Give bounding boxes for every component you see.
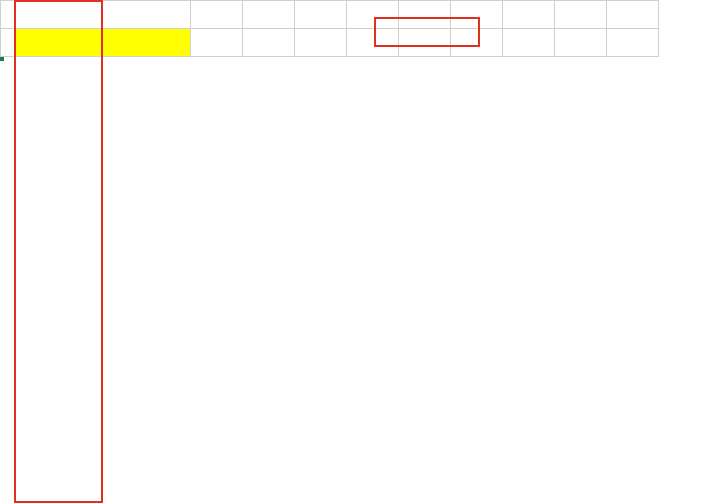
select-all-corner[interactable] bbox=[1, 1, 15, 29]
cell[interactable] bbox=[503, 29, 555, 57]
cell[interactable] bbox=[607, 29, 659, 57]
table-row bbox=[1, 29, 659, 57]
column-header-row bbox=[1, 1, 659, 29]
col-header-I[interactable] bbox=[503, 1, 555, 29]
col-header-F[interactable] bbox=[347, 1, 399, 29]
col-header-B[interactable] bbox=[103, 1, 191, 29]
col-header-C[interactable] bbox=[191, 1, 243, 29]
cell-A1[interactable] bbox=[15, 29, 103, 57]
cell[interactable] bbox=[399, 29, 451, 57]
cell[interactable] bbox=[243, 29, 295, 57]
col-header-G[interactable] bbox=[399, 1, 451, 29]
cell[interactable] bbox=[451, 29, 503, 57]
active-cell-outline bbox=[0, 57, 4, 61]
cell[interactable] bbox=[555, 29, 607, 57]
cell[interactable] bbox=[295, 29, 347, 57]
col-header-E[interactable] bbox=[295, 1, 347, 29]
spreadsheet-grid[interactable] bbox=[0, 0, 659, 57]
cell-F1[interactable] bbox=[347, 29, 399, 57]
col-header-K[interactable] bbox=[607, 1, 659, 29]
cell-B1[interactable] bbox=[103, 29, 191, 57]
cell[interactable] bbox=[191, 29, 243, 57]
col-header-D[interactable] bbox=[243, 1, 295, 29]
col-header-J[interactable] bbox=[555, 1, 607, 29]
row-header[interactable] bbox=[1, 29, 15, 57]
highlight-column-A bbox=[14, 0, 103, 503]
col-header-A[interactable] bbox=[15, 1, 103, 29]
col-header-H[interactable] bbox=[451, 1, 503, 29]
